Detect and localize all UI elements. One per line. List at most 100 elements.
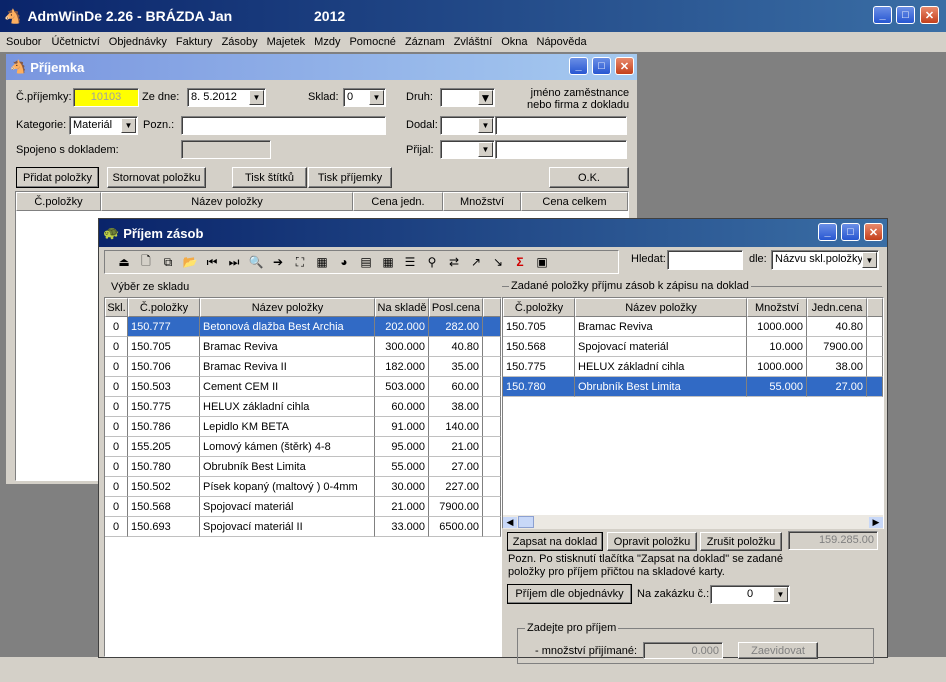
menu-soubor[interactable]: Soubor bbox=[6, 36, 41, 48]
opravit-button[interactable]: Opravit položku bbox=[607, 532, 697, 551]
pozn-field[interactable] bbox=[181, 116, 386, 135]
right-grid[interactable]: Č.položky Název položky Množství Jedn.ce… bbox=[502, 297, 884, 529]
col-mnozstvi[interactable]: Množství bbox=[747, 298, 807, 317]
exit-icon[interactable]: ⏏ bbox=[115, 253, 133, 271]
col-skl[interactable]: Skl. bbox=[105, 298, 128, 317]
zakazka-field[interactable]: 0 ▼ bbox=[710, 585, 790, 604]
col-nazev[interactable]: Název položky bbox=[200, 298, 375, 317]
table-row[interactable]: 150.775 HELUX základní cihla 1000.000 38.00 bbox=[503, 357, 883, 377]
druh-select[interactable]: ▼ bbox=[440, 88, 495, 107]
table-row[interactable]: 0 150.780 Obrubník Best Limita 55.000 27.00 bbox=[105, 457, 501, 477]
ze-dne-field[interactable]: 8. 5.2012 ▼ bbox=[187, 88, 266, 107]
prijem-maximize-button[interactable]: □ bbox=[841, 223, 860, 241]
table-row[interactable]: 150.780 Obrubník Best Limita 55.000 27.00 bbox=[503, 377, 883, 397]
binoculars-icon[interactable]: ⚲ bbox=[423, 253, 441, 271]
menu-zaznam[interactable]: Záznam bbox=[405, 36, 445, 48]
prijemka-maximize-button[interactable]: □ bbox=[592, 57, 611, 75]
zrusit-button[interactable]: Zrušit položku bbox=[700, 532, 782, 551]
menu-mzdy[interactable]: Mzdy bbox=[314, 36, 340, 48]
sum-icon[interactable]: Σ bbox=[511, 253, 529, 271]
pridat-button[interactable]: Přidat položky bbox=[16, 167, 99, 188]
chevron-down-icon[interactable]: ▼ bbox=[121, 118, 136, 133]
table-row[interactable]: 0 150.693 Spojovací materiál II 33.000 6500.… bbox=[105, 517, 501, 537]
sklad-select[interactable]: 0 ▼ bbox=[343, 88, 386, 107]
chevron-down-icon[interactable]: ▼ bbox=[478, 142, 493, 157]
table-row[interactable]: 0 150.775 HELUX základní cihla 60.000 38.00 bbox=[105, 397, 501, 417]
table-row[interactable]: 150.568 Spojovací materiál 10.000 7900.00 bbox=[503, 337, 883, 357]
sort-desc-icon[interactable]: ↘ bbox=[489, 253, 507, 271]
prijemka-minimize-button[interactable]: _ bbox=[569, 57, 588, 75]
tisk-stitku-button[interactable]: Tisk štítků bbox=[232, 167, 307, 188]
tisk-prijemky-button[interactable]: Tisk příjemky bbox=[308, 167, 392, 188]
scroll-thumb[interactable] bbox=[518, 516, 534, 528]
cislo-field[interactable]: 10103 bbox=[73, 88, 139, 107]
open-icon[interactable]: 📂 bbox=[181, 253, 199, 271]
col-mnozstvi[interactable]: Množství bbox=[443, 192, 521, 211]
menu-zvlastni[interactable]: Zvláštní bbox=[454, 36, 493, 48]
chevron-down-icon[interactable]: ▼ bbox=[478, 118, 493, 133]
table-row[interactable]: 0 150.568 Spojovací materiál 21.000 7900.00 bbox=[105, 497, 501, 517]
dle-select[interactable]: Názvu skl.položky ▼ bbox=[771, 250, 879, 270]
list-icon[interactable]: ☰ bbox=[401, 253, 419, 271]
app-maximize-button[interactable]: □ bbox=[896, 6, 915, 24]
excel-icon[interactable]: ▦ bbox=[313, 253, 331, 271]
prijem-minimize-button[interactable]: _ bbox=[818, 223, 837, 241]
table-row[interactable]: 0 150.777 Betonová dlažba Best Archia 202.0… bbox=[105, 317, 501, 337]
table-row[interactable]: 0 155.205 Lomový kámen (štěrk) 4-8 95.000 21… bbox=[105, 437, 501, 457]
prijem-close-button[interactable]: ✕ bbox=[864, 223, 883, 241]
prijal-field[interactable] bbox=[495, 140, 627, 159]
move-icon[interactable]: ⇄ bbox=[445, 253, 463, 271]
table-icon[interactable]: ▦ bbox=[379, 253, 397, 271]
dodal-select[interactable]: ▼ bbox=[440, 116, 495, 135]
menu-okna[interactable]: Okna bbox=[501, 36, 527, 48]
col-nazev[interactable]: Název položky bbox=[101, 192, 353, 211]
kategorie-select[interactable]: Materiál ▼ bbox=[69, 116, 138, 135]
copy-icon[interactable]: ⧉ bbox=[159, 253, 177, 271]
next-icon[interactable]: ➔ bbox=[269, 253, 287, 271]
table-row[interactable]: 0 150.705 Bramac Reviva 300.000 40.80 bbox=[105, 337, 501, 357]
col-cpolozky[interactable]: Č.položky bbox=[503, 298, 575, 317]
menu-zasoby[interactable]: Zásoby bbox=[222, 36, 258, 48]
calculator-icon[interactable]: ▣ bbox=[533, 253, 551, 271]
col-posl-cena[interactable]: Posl.cena bbox=[429, 298, 483, 317]
menu-pomocne[interactable]: Pomocné bbox=[349, 36, 395, 48]
app-close-button[interactable]: ✕ bbox=[920, 6, 939, 24]
col-na-sklade[interactable]: Na skladě bbox=[375, 298, 429, 317]
first-icon[interactable]: ⏮ bbox=[203, 253, 221, 271]
col-nazev[interactable]: Název položky bbox=[575, 298, 747, 317]
table-row[interactable]: 150.705 Bramac Reviva 1000.000 40.80 bbox=[503, 317, 883, 337]
table-row[interactable]: 0 150.706 Bramac Reviva II 182.000 35.00 bbox=[105, 357, 501, 377]
right-hscrollbar[interactable]: ◀ ▶ bbox=[503, 515, 883, 529]
select-icon[interactable]: ⛶ bbox=[291, 253, 309, 271]
col-cena-celkem[interactable]: Cena celkem bbox=[521, 192, 628, 211]
dodal-field[interactable] bbox=[495, 116, 627, 135]
chevron-down-icon[interactable]: ▼ bbox=[249, 90, 264, 105]
menu-faktury[interactable]: Faktury bbox=[176, 36, 213, 48]
scroll-right-icon[interactable]: ▶ bbox=[869, 516, 883, 528]
report-icon[interactable]: ▤ bbox=[357, 253, 375, 271]
menu-majetek[interactable]: Majetek bbox=[267, 36, 306, 48]
left-grid[interactable]: Skl. Č.položky Název položky Na skladě P… bbox=[104, 297, 502, 657]
col-jedn-cena[interactable]: Jedn.cena bbox=[807, 298, 867, 317]
stornovat-button[interactable]: Stornovat položku bbox=[107, 167, 206, 188]
app-minimize-button[interactable]: _ bbox=[873, 6, 892, 24]
menu-ucetnictvi[interactable]: Účetnictví bbox=[51, 36, 99, 48]
chart-icon[interactable]: ◕ bbox=[335, 253, 353, 271]
menu-napoveda[interactable]: Nápověda bbox=[537, 36, 587, 48]
col-cpolozky[interactable]: Č.položky bbox=[16, 192, 101, 211]
table-row[interactable]: 0 150.502 Písek kopaný (maltový ) 0-4mm 30.… bbox=[105, 477, 501, 497]
search-icon[interactable]: 🔍 bbox=[247, 253, 265, 271]
scroll-left-icon[interactable]: ◀ bbox=[503, 516, 517, 528]
ok-button[interactable]: O.K. bbox=[549, 167, 629, 188]
sort-asc-icon[interactable]: ↗ bbox=[467, 253, 485, 271]
table-row[interactable]: 0 150.503 Cement CEM II 503.000 60.00 bbox=[105, 377, 501, 397]
col-cena-jedn[interactable]: Cena jedn. bbox=[353, 192, 443, 211]
col-cpolozky[interactable]: Č.položky bbox=[128, 298, 200, 317]
zapsat-button[interactable]: Zapsat na doklad bbox=[507, 532, 603, 551]
chevron-down-icon[interactable]: ▼ bbox=[369, 90, 384, 105]
chevron-down-icon[interactable]: ▼ bbox=[478, 90, 493, 105]
chevron-down-icon[interactable]: ▼ bbox=[773, 587, 788, 602]
dle-objednavky-button[interactable]: Příjem dle objednávky bbox=[507, 584, 632, 604]
menu-objednavky[interactable]: Objednávky bbox=[109, 36, 167, 48]
table-row[interactable]: 0 150.786 Lepidlo KM BETA 91.000 140.00 bbox=[105, 417, 501, 437]
